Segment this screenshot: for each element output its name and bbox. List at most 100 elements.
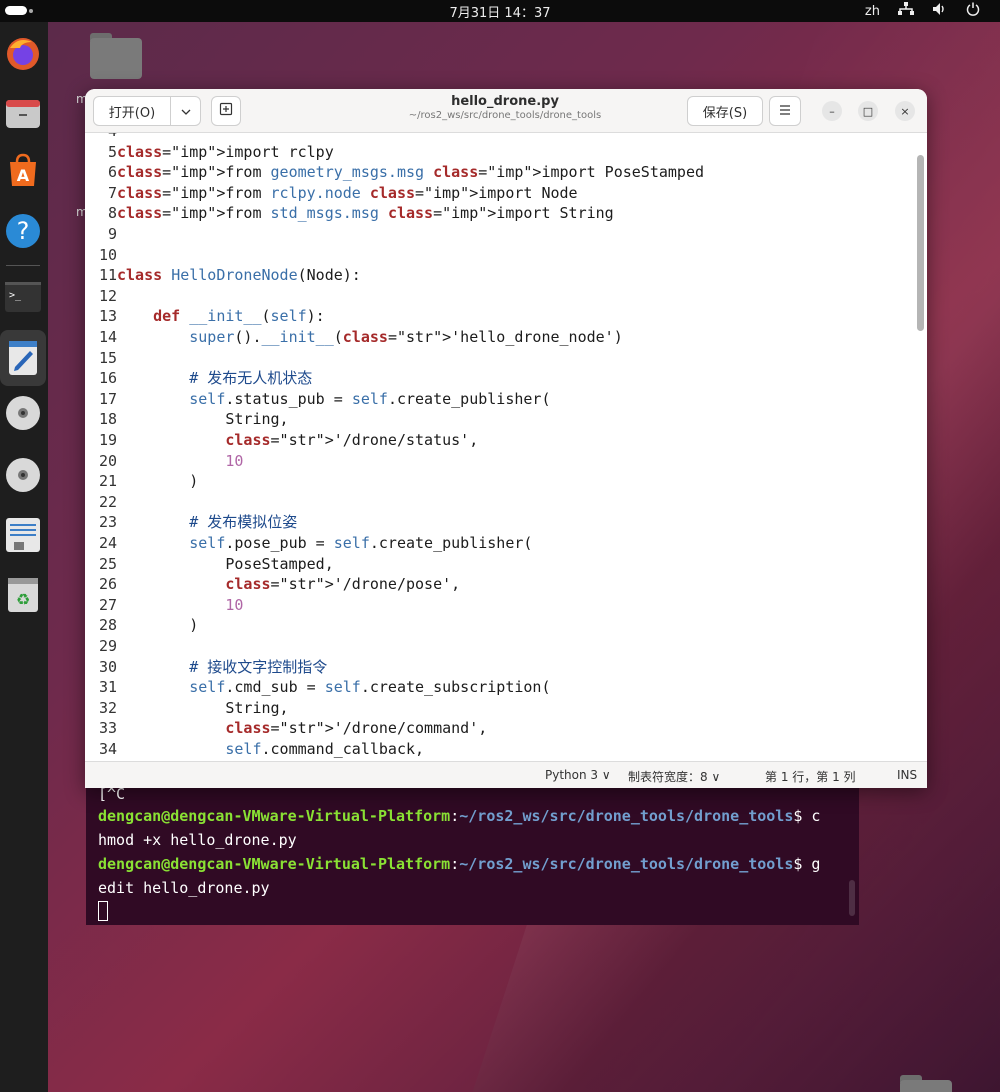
- new-document-icon: [219, 102, 233, 120]
- document-path: ~/ros2_ws/src/drone_tools/drone_tools: [408, 110, 602, 121]
- code-line: 27 10: [85, 595, 915, 616]
- system-tray[interactable]: zh: [865, 2, 980, 20]
- app-center-icon[interactable]: A: [4, 152, 42, 190]
- line-number: 24: [98, 534, 117, 552]
- power-icon[interactable]: [966, 2, 980, 20]
- line-number: 7: [107, 183, 117, 202]
- code-line: 8class="imp">from std_msgs.msg class="im…: [85, 203, 915, 224]
- open-button[interactable]: 打开(O): [93, 96, 171, 126]
- desktop-folder-icon[interactable]: [90, 33, 142, 79]
- code-text: self.pose_pub = self.create_publisher(: [189, 534, 533, 552]
- help-icon[interactable]: ?: [4, 212, 42, 250]
- svg-text:A: A: [17, 166, 30, 185]
- code-line: 12: [85, 286, 915, 307]
- terminal-scrollbar[interactable]: [849, 880, 855, 916]
- code-text: class="imp">import rclpy: [117, 142, 334, 161]
- files-icon[interactable]: [4, 94, 42, 132]
- vertical-scrollbar[interactable]: [917, 155, 924, 331]
- code-line: 32 String,: [85, 698, 915, 719]
- trash-icon[interactable]: ♻: [4, 576, 42, 614]
- line-number: 20: [98, 451, 117, 470]
- line-number: 6: [107, 163, 117, 182]
- menu-button[interactable]: [769, 96, 801, 126]
- line-number: 32: [98, 698, 117, 717]
- hamburger-menu-icon: [779, 104, 791, 119]
- disc-icon[interactable]: [4, 394, 42, 432]
- code-text: self.command_callback,: [225, 740, 425, 758]
- code-text: super().__init__(class="str">'hello_dron…: [189, 328, 623, 346]
- dock: A ? >_ ♻: [0, 22, 48, 1092]
- line-number: 5: [107, 142, 117, 161]
- code-text: class="str">'/drone/status',: [225, 431, 479, 449]
- code-line: 21 ): [85, 471, 915, 492]
- terminal-cursor: [98, 901, 108, 921]
- code-text: String,: [117, 410, 289, 429]
- line-number: 21: [98, 472, 117, 491]
- window-title-area: hello_drone.py ~/ros2_ws/src/drone_tools…: [345, 94, 665, 121]
- code-line: 31 self.cmd_sub = self.create_subscripti…: [85, 677, 915, 698]
- line-number: 4: [85, 133, 117, 142]
- line-number: 34: [98, 740, 117, 758]
- input-method-indicator[interactable]: zh: [865, 4, 880, 19]
- line-number: 18: [98, 410, 117, 429]
- minimize-button[interactable]: –: [822, 101, 842, 121]
- code-text: class="str">'/drone/command',: [225, 719, 488, 738]
- tab-width-selector[interactable]: 制表符宽度：8 ∨: [628, 768, 720, 785]
- line-number: 15: [98, 348, 117, 367]
- text-editor-icon[interactable]: [0, 330, 46, 386]
- code-text: class HelloDroneNode(Node):: [117, 266, 361, 285]
- line-number: 14: [98, 328, 117, 346]
- terminal-icon[interactable]: >_: [4, 278, 42, 316]
- code-text: String,: [117, 698, 289, 717]
- line-number: 23: [98, 513, 117, 532]
- clock[interactable]: 7月31日 14：37: [0, 2, 1000, 21]
- desktop-folder-icon[interactable]: [900, 1075, 952, 1092]
- line-number: 33: [98, 719, 117, 738]
- cursor-position[interactable]: 第 1 行，第 1 列: [765, 768, 856, 785]
- code-text: 10: [225, 595, 244, 614]
- new-tab-button[interactable]: [211, 96, 241, 126]
- code-line: 33 class="str">'/drone/command',: [85, 718, 915, 739]
- code-line: 15: [85, 348, 915, 369]
- line-number: 17: [98, 389, 117, 408]
- text-editor-window: 打开(O) hello_drone.py ~/ros2_ws/src/drone…: [85, 89, 927, 788]
- svg-text:>_: >_: [9, 290, 22, 301]
- code-text: PoseStamped,: [117, 554, 334, 573]
- code-line: 26 class="str">'/drone/pose',: [85, 574, 915, 595]
- insert-mode-indicator: INS: [897, 768, 918, 782]
- chevron-down-icon: [181, 104, 191, 119]
- status-bar: Python 3 ∨ 制表符宽度：8 ∨ 第 1 行，第 1 列 INS: [85, 761, 927, 788]
- close-button[interactable]: ×: [895, 101, 915, 121]
- maximize-button[interactable]: □: [858, 101, 878, 121]
- code-line: 4: [85, 133, 915, 142]
- code-line: 18 String,: [85, 409, 915, 430]
- line-number: 25: [98, 554, 117, 573]
- svg-text:♻: ♻: [16, 590, 30, 609]
- save-button[interactable]: 保存(S): [687, 96, 763, 126]
- terminal-window[interactable]: [^C dengcan@dengcan-VMware-Virtual-Platf…: [86, 770, 859, 925]
- open-dropdown-button[interactable]: [170, 96, 201, 126]
- code-text: class="imp">from std_msgs.msg class="imp…: [117, 204, 614, 223]
- code-line: 7class="imp">from rclpy.node class="imp"…: [85, 183, 915, 204]
- line-number: 10: [98, 245, 117, 264]
- disc-icon[interactable]: [4, 456, 42, 494]
- line-number: 13: [98, 307, 117, 326]
- network-icon[interactable]: [898, 2, 914, 20]
- terminal-line: dengcan@dengcan-VMware-Virtual-Platform:…: [98, 804, 820, 828]
- line-number: 9: [107, 225, 117, 243]
- line-number: 8: [107, 204, 117, 223]
- firefox-icon[interactable]: [4, 34, 42, 72]
- line-number: 26: [98, 575, 117, 594]
- terminal-colon: :: [450, 855, 460, 873]
- code-editor-area[interactable]: 45class="imp">import rclpy6class="imp">f…: [85, 133, 927, 761]
- code-line: 14 super().__init__(class="str">'hello_d…: [85, 327, 915, 348]
- document-icon[interactable]: [4, 516, 42, 554]
- volume-icon[interactable]: [932, 2, 948, 20]
- code-line: 9: [85, 224, 915, 245]
- language-selector[interactable]: Python 3 ∨: [545, 768, 611, 782]
- code-line: 10: [85, 245, 915, 266]
- line-number: 28: [98, 616, 117, 635]
- code-line: 6class="imp">from geometry_msgs.msg clas…: [85, 162, 915, 183]
- line-number: 31: [98, 678, 117, 697]
- code-text: self.cmd_sub = self.create_subscription(: [189, 678, 551, 697]
